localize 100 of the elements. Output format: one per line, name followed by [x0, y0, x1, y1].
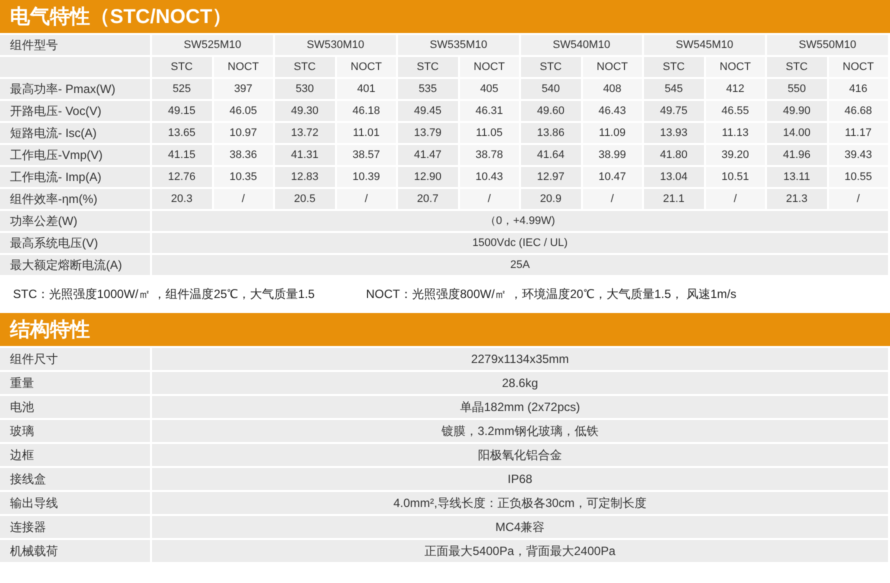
column-header: SW530M10	[275, 35, 396, 55]
table-cell: 41.15	[152, 145, 212, 165]
row-label: 接线盒	[0, 468, 150, 490]
table-cell: 49.75	[644, 101, 704, 121]
table-cell: 49.15	[152, 101, 212, 121]
table-cell: （0，+4.99W)	[152, 211, 888, 231]
table-cell: 49.30	[275, 101, 334, 121]
table-cell: /	[214, 189, 273, 209]
table-cell: 28.6kg	[152, 372, 888, 394]
table-cell: 11.05	[460, 123, 519, 143]
table-cell: 38.78	[460, 145, 519, 165]
table-cell: 12.97	[521, 167, 580, 187]
table-cell: 13.79	[398, 123, 458, 143]
table-cell: 39.20	[706, 145, 765, 165]
table-cell: 46.55	[706, 101, 765, 121]
table-cell: /	[582, 189, 642, 209]
table-cell: 46.18	[336, 101, 396, 121]
table-cell: 20.7	[398, 189, 458, 209]
table-cell: 13.72	[275, 123, 334, 143]
table-cell: 10.43	[460, 167, 519, 187]
row-label: 最高系统电压(V)	[0, 233, 150, 253]
table-cell: 1500Vdc (IEC / UL)	[152, 233, 888, 253]
table-cell: 49.90	[767, 101, 826, 121]
section-title: 结构特性	[10, 318, 90, 342]
row-label: 最大额定熔断电流(A)	[0, 255, 150, 275]
column-header: SW540M10	[521, 35, 642, 55]
table-cell: 20.9	[521, 189, 580, 209]
table-cell: 阳极氧化铝合金	[152, 444, 888, 466]
column-header: NOCT	[336, 57, 396, 77]
table-cell: 525	[152, 79, 212, 99]
table-cell: 11.09	[582, 123, 642, 143]
table-cell: 38.57	[336, 145, 396, 165]
table-cell: IP68	[152, 468, 888, 490]
row-label: 玻璃	[0, 420, 150, 442]
table-cell: 正面最大5400Pa，背面最大2400Pa	[152, 540, 888, 562]
table-cell: 13.04	[644, 167, 704, 187]
table-cell: 550	[767, 79, 826, 99]
table-cell: 20.3	[152, 189, 212, 209]
table-cell: 10.35	[214, 167, 273, 187]
table-cell: 49.45	[398, 101, 458, 121]
table-cell: 408	[582, 79, 642, 99]
table-cell: 401	[336, 79, 396, 99]
column-header: SW550M10	[767, 35, 888, 55]
table-cell: 10.47	[582, 167, 642, 187]
table-cell: 41.31	[275, 145, 334, 165]
table-cell: 12.90	[398, 167, 458, 187]
table-cell: 416	[828, 79, 888, 99]
table-cell: 13.93	[644, 123, 704, 143]
column-header: SW545M10	[644, 35, 765, 55]
table-cell: 46.05	[214, 101, 273, 121]
table-cell: 21.1	[644, 189, 704, 209]
table-cell: 镀膜，3.2mm钢化玻璃，低铁	[152, 420, 888, 442]
table-cell: 10.39	[336, 167, 396, 187]
table-cell: 13.11	[767, 167, 826, 187]
row-label: 组件尺寸	[0, 348, 150, 370]
table-cell: 540	[521, 79, 580, 99]
column-header: SW525M10	[152, 35, 273, 55]
table-cell: 41.64	[521, 145, 580, 165]
table-cell: 41.96	[767, 145, 826, 165]
row-label: 最高功率- Pmax(W)	[0, 79, 150, 99]
row-label: 机械载荷	[0, 540, 150, 562]
table-cell: 12.76	[152, 167, 212, 187]
row-label: 边框	[0, 444, 150, 466]
table-cell: 49.60	[521, 101, 580, 121]
row-label: 电池	[0, 396, 150, 418]
table-cell: 46.68	[828, 101, 888, 121]
table-cell: 38.36	[214, 145, 273, 165]
table-cell: 12.83	[275, 167, 334, 187]
column-header: STC	[644, 57, 704, 77]
table-cell: 545	[644, 79, 704, 99]
footnote: STC：光照强度1000W/㎡ ，组件温度25℃，大气质量1.5	[13, 286, 315, 303]
table-cell: 11.13	[706, 123, 765, 143]
table-cell: 46.43	[582, 101, 642, 121]
column-header: STC	[398, 57, 458, 77]
table-cell: 10.55	[828, 167, 888, 187]
column-header: NOCT	[214, 57, 273, 77]
column-header: NOCT	[460, 57, 519, 77]
row-label: 工作电压-Vmp(V)	[0, 145, 150, 165]
table-cell: 39.43	[828, 145, 888, 165]
column-header: SW535M10	[398, 35, 519, 55]
table-cell: MC4兼容	[152, 516, 888, 538]
table-cell: 13.86	[521, 123, 580, 143]
table-cell: 535	[398, 79, 458, 99]
table-cell: 13.65	[152, 123, 212, 143]
table-cell: 10.97	[214, 123, 273, 143]
row-label: 组件型号	[0, 35, 150, 55]
row-label: 短路电流- Isc(A)	[0, 123, 150, 143]
column-header: STC	[152, 57, 212, 77]
table-cell: 38.99	[582, 145, 642, 165]
row-label: 组件效率-ηm(%)	[0, 189, 150, 209]
table-cell: 11.01	[336, 123, 396, 143]
row-label: 开路电压- Voc(V)	[0, 101, 150, 121]
table-cell: 530	[275, 79, 334, 99]
table-cell: 2279x1134x35mm	[152, 348, 888, 370]
row-label: 功率公差(W)	[0, 211, 150, 231]
row-label: 工作电流- Imp(A)	[0, 167, 150, 187]
table-cell: /	[706, 189, 765, 209]
column-header: NOCT	[706, 57, 765, 77]
column-header: STC	[275, 57, 334, 77]
column-header: STC	[767, 57, 826, 77]
